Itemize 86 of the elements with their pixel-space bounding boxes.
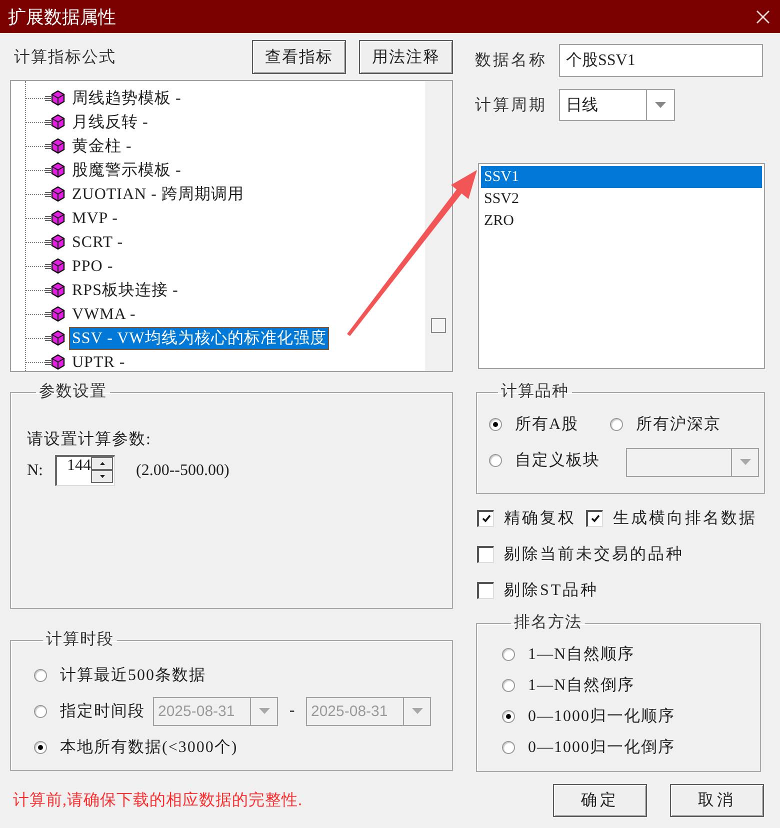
group-title: 参数设置 — [38, 383, 108, 401]
radio-button[interactable] — [489, 454, 502, 466]
cube-icon — [45, 354, 65, 370]
cube-icon — [45, 234, 65, 250]
caret-icon — [655, 102, 666, 108]
checkbox-label[interactable]: 生成横向排名数据 — [613, 508, 757, 528]
period-label: 计算周期 — [475, 96, 548, 116]
radio-label[interactable]: 计算最近500条数据 — [60, 664, 206, 686]
radio-label[interactable]: 所有沪深京 — [636, 414, 721, 434]
spin-down-button[interactable] — [91, 470, 113, 483]
radio-label[interactable]: 1—N自然倒序 — [528, 675, 635, 696]
close-icon — [756, 10, 770, 24]
formula-label: 计算指标公式 — [14, 48, 117, 68]
tree-item[interactable]: 黄金柱 - — [69, 134, 135, 158]
close-button[interactable] — [756, 10, 770, 24]
window-title: 扩展数据属性 — [8, 6, 116, 28]
group-title: 计算时段 — [45, 631, 115, 649]
radio-button[interactable] — [502, 648, 515, 661]
radio-label[interactable]: 0—1000归一化倒序 — [528, 737, 675, 758]
tree-item[interactable]: SCRT - — [69, 230, 126, 254]
tree-item[interactable]: VWMA - — [69, 302, 139, 326]
radio-button[interactable] — [502, 679, 515, 692]
tree-item[interactable]: UPTR - — [69, 350, 128, 374]
group-title: 排名方法 — [513, 614, 583, 632]
square-icon — [431, 318, 446, 333]
cancel-button[interactable]: 取消 — [670, 784, 764, 817]
cube-icon — [45, 186, 65, 202]
checkbox[interactable] — [477, 510, 494, 526]
caret-down-icon — [100, 475, 104, 478]
usage-notes-button[interactable]: 用法注释 — [359, 40, 453, 74]
cube-icon — [45, 114, 65, 130]
radio-button[interactable] — [502, 710, 515, 723]
spin-up-button[interactable] — [91, 457, 113, 470]
checkbox[interactable] — [586, 510, 603, 526]
radio-button[interactable] — [502, 741, 515, 754]
tree-item[interactable]: 股魔警示模板 - — [69, 158, 184, 182]
cube-icon — [45, 282, 65, 298]
parameter-spinbox[interactable]: 144 — [55, 455, 115, 486]
group-title: 计算品种 — [500, 383, 570, 401]
tree-item[interactable]: RPS板块连接 - — [69, 278, 182, 302]
parameter-range: (2.00--500.00) — [136, 462, 230, 480]
parameter-label: N: — [27, 462, 44, 480]
caret-icon — [740, 459, 750, 465]
cube-icon — [45, 306, 65, 322]
cube-icon — [45, 138, 65, 154]
confirm-button[interactable]: 确定 — [553, 784, 647, 817]
radio-label[interactable]: 0—1000归一化顺序 — [528, 706, 675, 727]
list-item[interactable]: ZRO — [481, 210, 762, 232]
radio-label[interactable]: 本地所有数据(<3000个) — [60, 736, 238, 758]
radio-button[interactable] — [34, 668, 47, 682]
warning-note: 计算前,请确保下载的相应数据的完整性. — [13, 791, 304, 811]
radio-button[interactable] — [34, 740, 47, 754]
tree-item[interactable]: SSV - VW均线为核心的标准化强度 — [69, 326, 330, 350]
data-name-label: 数据名称 — [475, 51, 548, 71]
date-separator: - — [288, 702, 296, 720]
view-indicator-button[interactable]: 查看指标 — [252, 40, 346, 74]
caret-icon — [258, 708, 270, 714]
checkbox[interactable] — [477, 546, 494, 562]
period-dropdown[interactable]: 日线 — [559, 89, 675, 121]
list-item[interactable]: SSV1 — [481, 166, 762, 188]
cube-icon — [45, 210, 65, 226]
radio-button[interactable] — [610, 418, 623, 430]
checkbox-label[interactable]: 剔除ST品种 — [504, 580, 599, 600]
cube-icon — [45, 90, 65, 106]
list-item[interactable]: SSV2 — [481, 188, 762, 210]
tree-item[interactable]: 月线反转 - — [69, 110, 152, 134]
data-name-field[interactable]: 个股SSV1 — [559, 44, 763, 77]
tree-item[interactable]: ZUOTIAN - 跨周期调用 — [69, 182, 247, 206]
radio-label[interactable]: 自定义板块 — [515, 450, 600, 470]
tree-item[interactable]: MVP - — [69, 206, 121, 230]
tree-item[interactable]: PPO - — [69, 254, 116, 278]
radio-button[interactable] — [489, 418, 502, 430]
radio-label[interactable]: 所有A股 — [515, 414, 579, 434]
cube-icon — [45, 258, 65, 274]
checkbox-label[interactable]: 精确复权 — [504, 508, 576, 528]
checkbox[interactable] — [477, 582, 494, 598]
checkbox-label[interactable]: 剔除当前未交易的品种 — [504, 544, 684, 564]
caret-icon — [412, 708, 422, 714]
radio-label[interactable]: 1—N自然顺序 — [528, 644, 635, 665]
cube-icon — [45, 162, 65, 178]
cube-icon — [45, 330, 65, 346]
check-icon — [482, 514, 490, 523]
check-icon — [590, 514, 600, 523]
caret-up-icon — [100, 462, 104, 465]
tree-item[interactable]: 周线趋势模板 - — [69, 86, 184, 110]
parameter-prompt: 请设置计算参数: — [27, 430, 152, 450]
